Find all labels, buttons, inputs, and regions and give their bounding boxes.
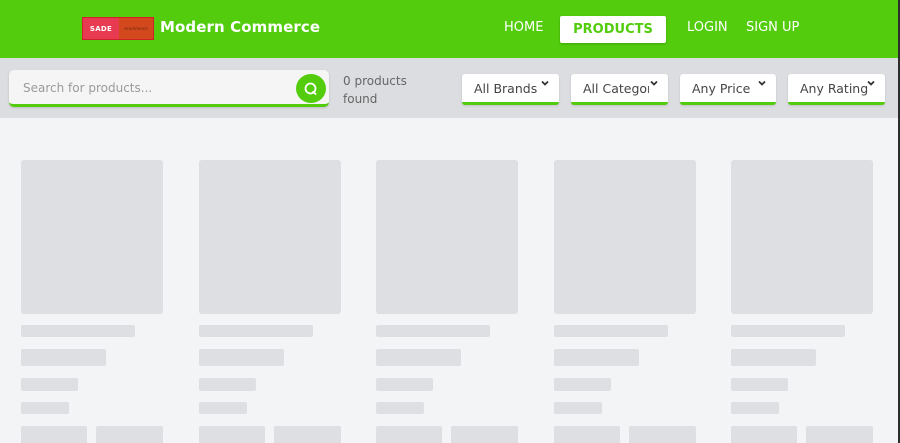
skeleton-subtitle-line: [21, 349, 106, 366]
skeleton-image: [376, 160, 518, 314]
site-logo[interactable]: SADE ecommerce: [82, 17, 154, 40]
skeleton-subtitle-line: [199, 349, 284, 366]
skeleton-rating-line: [554, 402, 602, 414]
skeleton-price-line: [376, 378, 433, 391]
skeleton-button: [806, 426, 873, 443]
skeleton-title-line: [731, 325, 845, 337]
logo-text-main: SADE: [83, 18, 119, 39]
skeleton-subtitle-line: [376, 349, 461, 366]
skeleton-button: [199, 426, 265, 443]
search-icon: [304, 82, 317, 95]
top-navbar: SADE ecommerce Modern Commerce HOME PROD…: [0, 0, 898, 58]
filter-toolbar: 0 products found All Brands All Categor …: [0, 58, 898, 118]
price-filter[interactable]: Any Price: [680, 74, 776, 105]
skeleton-rating-line: [199, 402, 247, 414]
skeleton-button: [274, 426, 341, 443]
search-input[interactable]: [23, 76, 283, 100]
skeleton-rating-line: [376, 402, 424, 414]
skeleton-button: [376, 426, 442, 443]
category-filter[interactable]: All Categor: [571, 74, 668, 105]
chevron-down-icon: [541, 80, 549, 86]
skeleton-price-line: [199, 378, 256, 391]
skeleton-price-line: [21, 378, 78, 391]
skeleton-price-line: [554, 378, 611, 391]
skeleton-image: [21, 160, 163, 314]
skeleton-image: [731, 160, 873, 314]
skeleton-title-line: [376, 325, 490, 337]
skeleton-title-line: [21, 325, 135, 337]
skeleton-price-line: [731, 378, 788, 391]
skeleton-button: [451, 426, 518, 443]
brand-filter-label: All Brands: [474, 81, 538, 96]
skeleton-button: [21, 426, 87, 443]
skeleton-image: [554, 160, 696, 314]
nav-products[interactable]: PRODUCTS: [560, 16, 666, 43]
nav-login[interactable]: LOGIN: [687, 20, 728, 35]
search-box: [9, 70, 329, 107]
chevron-down-icon: [650, 80, 658, 86]
skeleton-title-line: [199, 325, 313, 337]
skeleton-rating-line: [21, 402, 69, 414]
category-filter-label: All Categor: [583, 81, 649, 96]
logo-text-sub: ecommerce: [119, 18, 153, 39]
rating-filter-label: Any Rating: [800, 81, 869, 96]
skeleton-rating-line: [731, 402, 779, 414]
chevron-down-icon: [867, 80, 875, 86]
skeleton-button: [629, 426, 696, 443]
skeleton-button: [731, 426, 797, 443]
brand-name[interactable]: Modern Commerce: [160, 18, 320, 36]
rating-filter[interactable]: Any Rating: [788, 74, 885, 105]
nav-home[interactable]: HOME: [504, 20, 543, 35]
app-frame: SADE ecommerce Modern Commerce HOME PROD…: [0, 0, 898, 443]
chevron-down-icon: [758, 80, 766, 86]
price-filter-label: Any Price: [692, 81, 751, 96]
brand-filter[interactable]: All Brands: [462, 74, 559, 105]
skeleton-image: [199, 160, 341, 314]
skeleton-button: [554, 426, 620, 443]
skeleton-subtitle-line: [731, 349, 816, 366]
skeleton-subtitle-line: [554, 349, 639, 366]
nav-signup[interactable]: SIGN UP: [746, 20, 799, 35]
skeleton-button: [96, 426, 163, 443]
skeleton-title-line: [554, 325, 668, 337]
results-count: 0 products found: [343, 74, 407, 106]
search-button[interactable]: [296, 74, 326, 103]
